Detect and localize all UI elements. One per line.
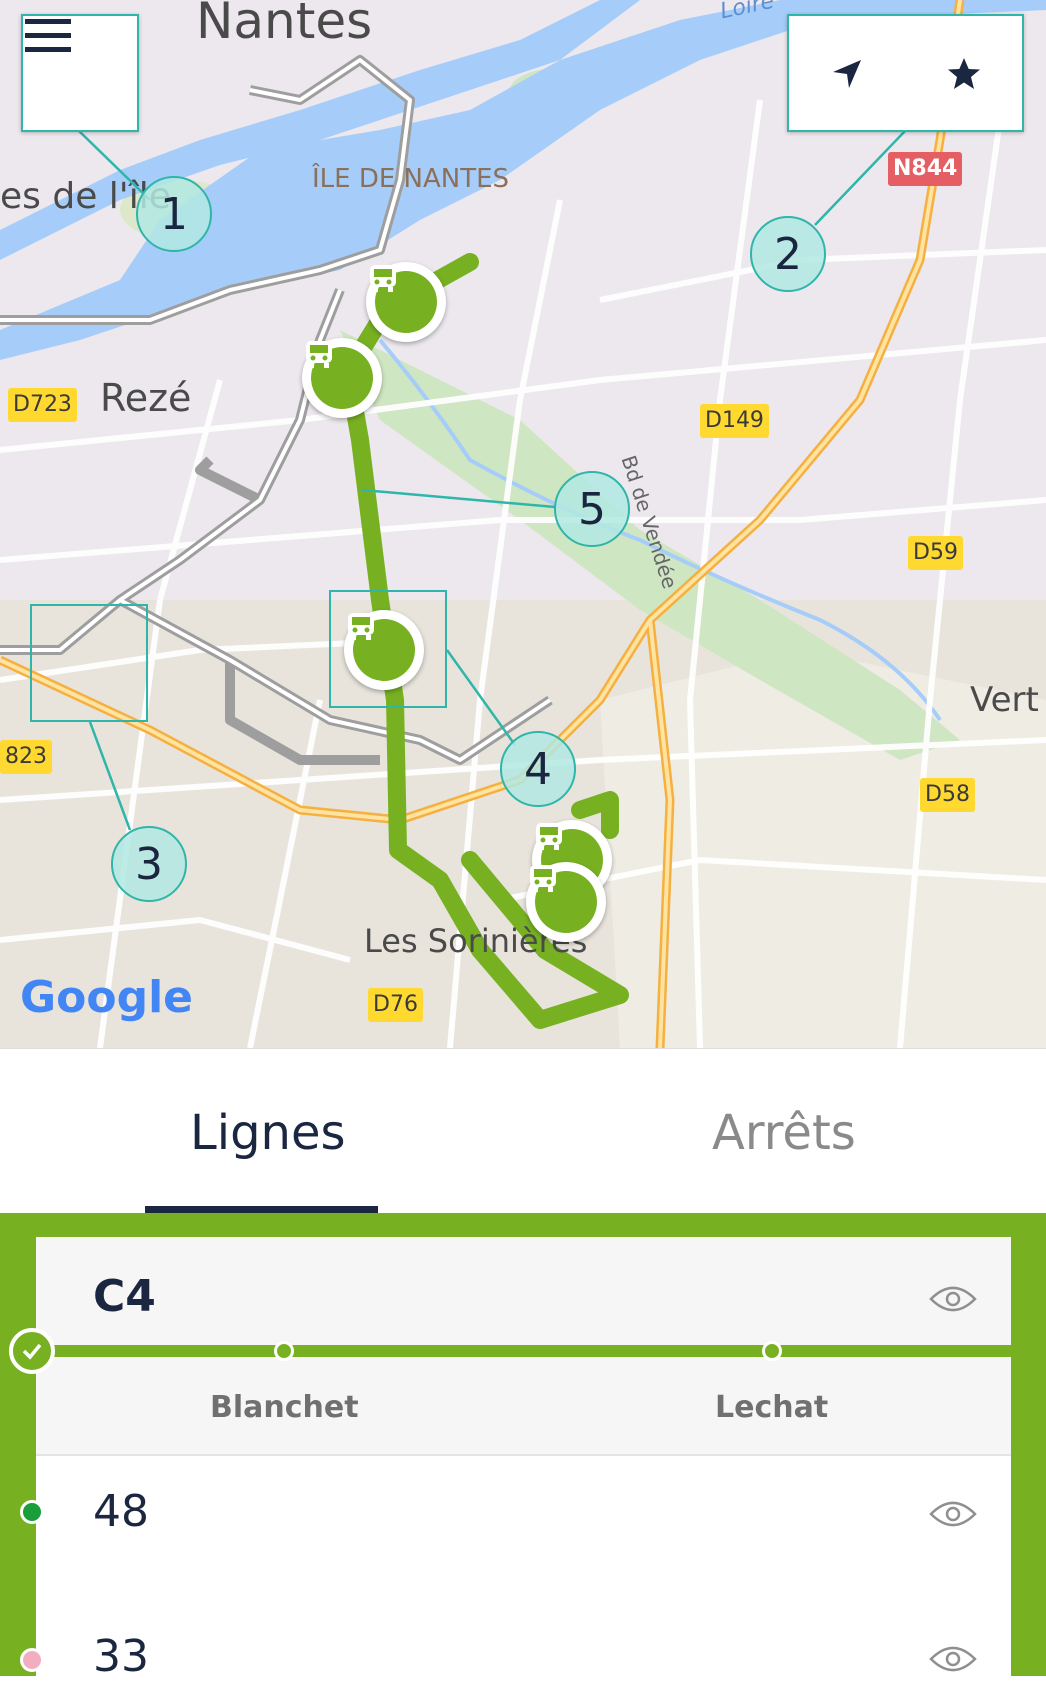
google-attribution: Google xyxy=(20,972,193,1023)
line-name: 33 xyxy=(93,1631,149,1682)
road-badge-n844: N844 xyxy=(888,152,963,186)
line-row-33[interactable]: 33 xyxy=(36,1597,1011,1682)
map-label-ile-de-nantes: ÎLE DE NANTES xyxy=(312,164,510,194)
stop-label-blanchet: Blanchet xyxy=(210,1390,359,1425)
road-badge-d823: 823 xyxy=(0,740,52,774)
favorites-button[interactable] xyxy=(944,54,984,94)
callout-3: 3 xyxy=(111,826,187,902)
eye-icon[interactable] xyxy=(929,1643,977,1675)
tab-arrets[interactable]: Arrêts xyxy=(712,1105,856,1161)
selected-check-icon[interactable] xyxy=(9,1328,55,1374)
bus-stop-marker[interactable] xyxy=(526,862,606,942)
menu-icon xyxy=(25,19,71,52)
stop-label-lechat: Lechat xyxy=(715,1390,829,1425)
road-badge-d59: D59 xyxy=(908,536,963,570)
map-label-vertou: Vert xyxy=(970,680,1039,720)
lines-panel: C4 48 33 xyxy=(0,1213,1046,1682)
stop-dot-lechat xyxy=(762,1341,782,1361)
highlight-box-bus-stop xyxy=(329,590,447,708)
stop-dot-blanchet xyxy=(274,1341,294,1361)
bus-stop-marker[interactable] xyxy=(366,262,446,342)
callout-4: 4 xyxy=(500,731,576,807)
road-badge-d58: D58 xyxy=(920,778,975,812)
star-icon xyxy=(948,58,980,89)
highlight-box-tram-line xyxy=(30,604,148,722)
bus-stop-marker[interactable] xyxy=(302,338,382,418)
tab-bar: Lignes Arrêts xyxy=(0,1048,1046,1214)
line-row-48[interactable]: 48 xyxy=(36,1456,1011,1596)
lines-list[interactable]: C4 48 33 xyxy=(36,1237,1011,1682)
bus-icon xyxy=(370,265,396,292)
bus-icon xyxy=(306,341,332,368)
eye-icon[interactable] xyxy=(929,1283,977,1315)
map-actions-toolbar xyxy=(787,14,1024,132)
c4-route-strip xyxy=(34,1345,1012,1357)
locate-button[interactable] xyxy=(827,54,867,94)
bus-icon xyxy=(530,865,556,892)
line-name: C4 xyxy=(93,1271,156,1322)
navigation-arrow-icon xyxy=(833,60,861,88)
road-badge-d723: D723 xyxy=(8,388,77,422)
eye-icon[interactable] xyxy=(929,1498,977,1530)
callout-1: 1 xyxy=(136,176,212,252)
map-view[interactable]: Nantes Loire ÎLE DE NANTES es de l'île R… xyxy=(0,0,1046,1048)
line-color-dot-48 xyxy=(20,1500,44,1524)
map-label-reze: Rezé xyxy=(100,376,192,420)
road-badge-d76: D76 xyxy=(368,988,423,1022)
map-label-nantes: Nantes xyxy=(196,0,373,50)
callout-2: 2 xyxy=(750,216,826,292)
tab-lignes[interactable]: Lignes xyxy=(190,1105,346,1161)
callout-5: 5 xyxy=(554,471,630,547)
menu-button[interactable] xyxy=(21,14,139,132)
road-badge-d149: D149 xyxy=(700,404,769,438)
check-icon xyxy=(22,1343,42,1360)
bus-icon xyxy=(536,823,562,850)
line-color-dot-33 xyxy=(20,1648,44,1672)
line-name: 48 xyxy=(93,1486,149,1537)
